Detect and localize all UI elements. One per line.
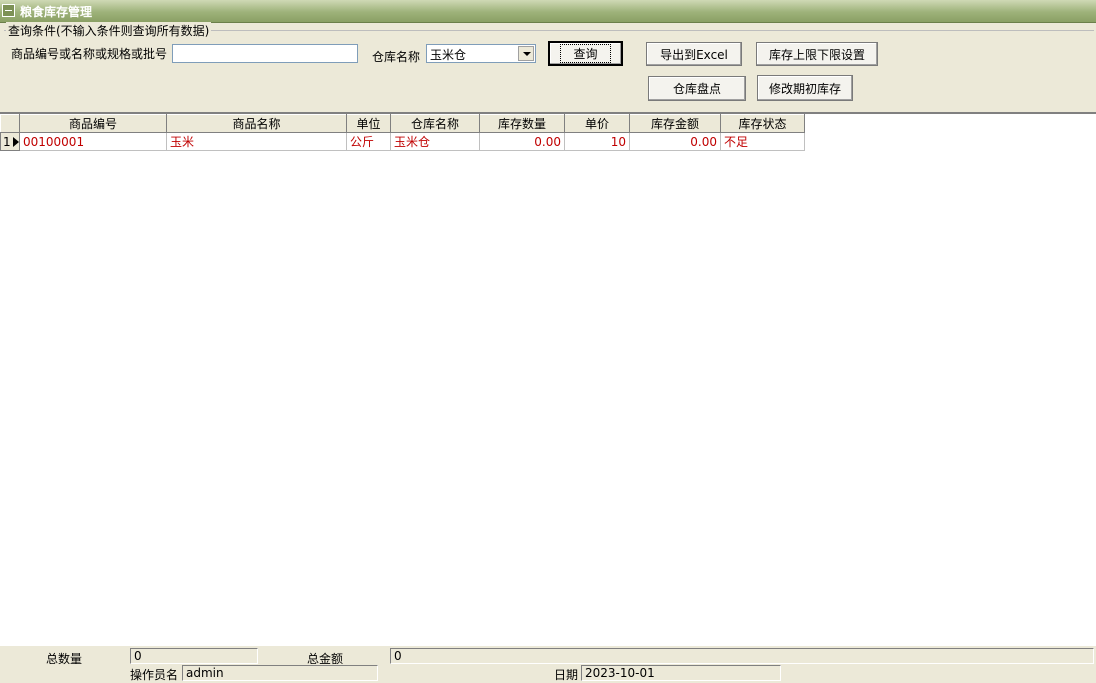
cell-amount[interactable]: 0.00 [629,132,721,151]
title-bar: 粮食库存管理 [0,0,1096,23]
cell-code[interactable]: 00100001 [19,132,167,151]
operator-label: 操作员名 [130,668,179,682]
column-header-warehouse[interactable]: 仓库名称 [390,114,480,133]
date-value: 2023-10-01 [581,665,781,681]
keyword-input[interactable] [172,44,358,63]
warehouse-label: 仓库名称 [372,50,421,64]
limit-settings-button[interactable]: 库存上限下限设置 [756,42,878,66]
column-header-name[interactable]: 商品名称 [166,114,347,133]
column-header-amount[interactable]: 库存金额 [629,114,721,133]
inventory-table: 商品编号 商品名称 单位 仓库名称 库存数量 单价 库存金额 库存状态 1 00… [0,114,805,151]
edit-initial-stock-button[interactable]: 修改期初库存 [757,75,853,101]
inventory-grid[interactable]: 商品编号 商品名称 单位 仓库名称 库存数量 单价 库存金额 库存状态 1 00… [0,112,1096,646]
column-header-code[interactable]: 商品编号 [19,114,167,133]
warehouse-select[interactable]: 玉米仓 [426,44,536,63]
cell-qty[interactable]: 0.00 [479,132,565,151]
column-header-price[interactable]: 单价 [564,114,630,133]
total-qty-label: 总数量 [46,652,83,666]
cell-status[interactable]: 不足 [720,132,805,151]
window-title: 粮食库存管理 [20,5,93,19]
warehouse-select-value: 玉米仓 [430,48,467,62]
row-indicator[interactable]: 1 [0,132,20,151]
operator-value: admin [182,665,378,681]
status-footer: 总数量 0 总金额 0 操作员名 admin 日期 2023-10-01 [0,646,1096,682]
total-qty-value: 0 [130,648,258,664]
grid-header-row: 商品编号 商品名称 单位 仓库名称 库存数量 单价 库存金额 库存状态 [0,114,805,133]
collapse-icon[interactable] [2,4,15,17]
row-number: 1 [3,134,11,149]
grid-corner [0,114,20,133]
keyword-label: 商品编号或名称或规格或批号 [11,47,168,61]
cell-warehouse[interactable]: 玉米仓 [390,132,480,151]
cell-unit[interactable]: 公斤 [346,132,391,151]
export-excel-button[interactable]: 导出到Excel [646,42,742,66]
column-header-unit[interactable]: 单位 [346,114,391,133]
stocktake-button[interactable]: 仓库盘点 [648,76,746,101]
query-button[interactable]: 查询 [548,41,623,66]
chevron-down-icon[interactable] [518,46,534,61]
cell-price[interactable]: 10 [564,132,630,151]
row-pointer-icon [12,137,19,147]
query-button-label: 查询 [560,44,611,63]
date-label: 日期 [554,668,579,682]
cell-name[interactable]: 玉米 [166,132,347,151]
query-group-title: 查询条件(不输入条件则查询所有数据) [6,22,212,39]
column-header-qty[interactable]: 库存数量 [479,114,565,133]
total-amount-value: 0 [390,648,1094,664]
column-header-status[interactable]: 库存状态 [720,114,805,133]
table-row[interactable]: 1 00100001 玉米 公斤 玉米仓 0.00 10 0.00 不足 [0,132,805,151]
